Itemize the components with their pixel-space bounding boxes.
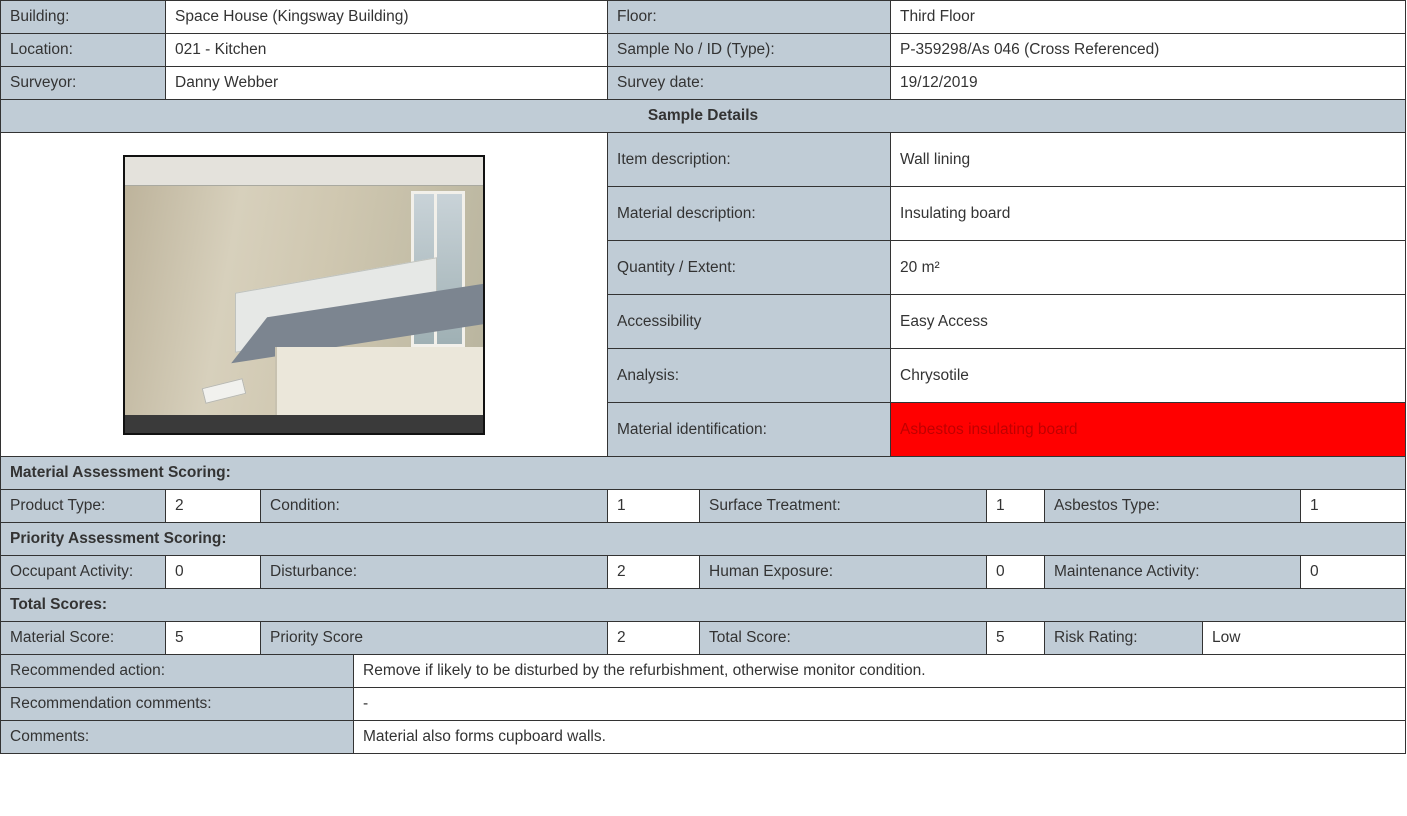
surveyor-value: Danny Webber <box>164 66 609 100</box>
asbestos-type-value: 1 <box>1300 489 1407 523</box>
building-value: Space House (Kingsway Building) <box>164 0 609 34</box>
item-description-value: Wall lining <box>890 132 1407 187</box>
condition-value: 1 <box>607 489 701 523</box>
comments-label: Comments: <box>0 720 354 754</box>
material-score-label: Material Score: <box>0 621 166 655</box>
occupant-activity-label: Occupant Activity: <box>0 555 166 589</box>
priority-score-label: Priority Score <box>259 621 609 655</box>
surveyor-label: Surveyor: <box>0 66 166 100</box>
location-value: 021 - Kitchen <box>164 33 609 67</box>
total-score-label: Total Score: <box>699 621 988 655</box>
material-description-label: Material description: <box>607 186 892 241</box>
priority-score-value: 2 <box>607 621 701 655</box>
disturbance-value: 2 <box>607 555 701 589</box>
sample-photo <box>123 154 485 435</box>
location-label: Location: <box>0 33 166 67</box>
maintenance-activity-value: 0 <box>1300 555 1407 589</box>
survey-date-value: 19/12/2019 <box>890 66 1407 100</box>
occupant-activity-value: 0 <box>165 555 261 589</box>
material-identification-value: Asbestos insulating board <box>890 402 1407 457</box>
survey-date-label: Survey date: <box>607 66 892 100</box>
comments-value: Material also forms cupboard walls. <box>352 720 1407 754</box>
material-assessment-heading: Material Assessment Scoring: <box>0 456 1407 490</box>
maintenance-activity-label: Maintenance Activity: <box>1044 555 1302 589</box>
sample-id-label: Sample No / ID (Type): <box>607 33 892 67</box>
condition-label: Condition: <box>259 489 609 523</box>
asbestos-type-label: Asbestos Type: <box>1044 489 1302 523</box>
floor-label: Floor: <box>607 0 892 34</box>
priority-assessment-heading: Priority Assessment Scoring: <box>0 522 1407 556</box>
sample-details-heading: Sample Details <box>0 99 1407 133</box>
item-description-label: Item description: <box>607 132 892 187</box>
product-type-value: 2 <box>165 489 261 523</box>
human-exposure-label: Human Exposure: <box>699 555 988 589</box>
analysis-value: Chrysotile <box>890 348 1407 403</box>
human-exposure-value: 0 <box>986 555 1046 589</box>
total-score-value: 5 <box>986 621 1046 655</box>
quantity-value: 20 m² <box>890 240 1407 295</box>
material-identification-label: Material identification: <box>607 402 892 457</box>
surface-treatment-label: Surface Treatment: <box>699 489 988 523</box>
surface-treatment-value: 1 <box>986 489 1046 523</box>
material-description-value: Insulating board <box>890 186 1407 241</box>
disturbance-label: Disturbance: <box>259 555 609 589</box>
accessibility-label: Accessibility <box>607 294 892 349</box>
analysis-label: Analysis: <box>607 348 892 403</box>
survey-table: Building: Space House (Kingsway Building… <box>0 0 1407 754</box>
total-scores-heading: Total Scores: <box>0 588 1407 622</box>
material-score-value: 5 <box>165 621 261 655</box>
product-type-label: Product Type: <box>0 489 166 523</box>
sample-id-value: P-359298/As 046 (Cross Referenced) <box>890 33 1407 67</box>
quantity-label: Quantity / Extent: <box>607 240 892 295</box>
recommended-action-value: Remove if likely to be disturbed by the … <box>352 654 1407 688</box>
recommendation-comments-value: - <box>352 687 1407 721</box>
accessibility-value: Easy Access <box>890 294 1407 349</box>
recommendation-comments-label: Recommendation comments: <box>0 687 354 721</box>
risk-rating-label: Risk Rating: <box>1044 621 1204 655</box>
sample-photo-cell <box>0 132 609 457</box>
risk-rating-value: Low <box>1202 621 1407 655</box>
floor-value: Third Floor <box>890 0 1407 34</box>
building-label: Building: <box>0 0 166 34</box>
recommended-action-label: Recommended action: <box>0 654 354 688</box>
asbestos-register-sheet: Building: Space House (Kingsway Building… <box>0 0 1407 816</box>
